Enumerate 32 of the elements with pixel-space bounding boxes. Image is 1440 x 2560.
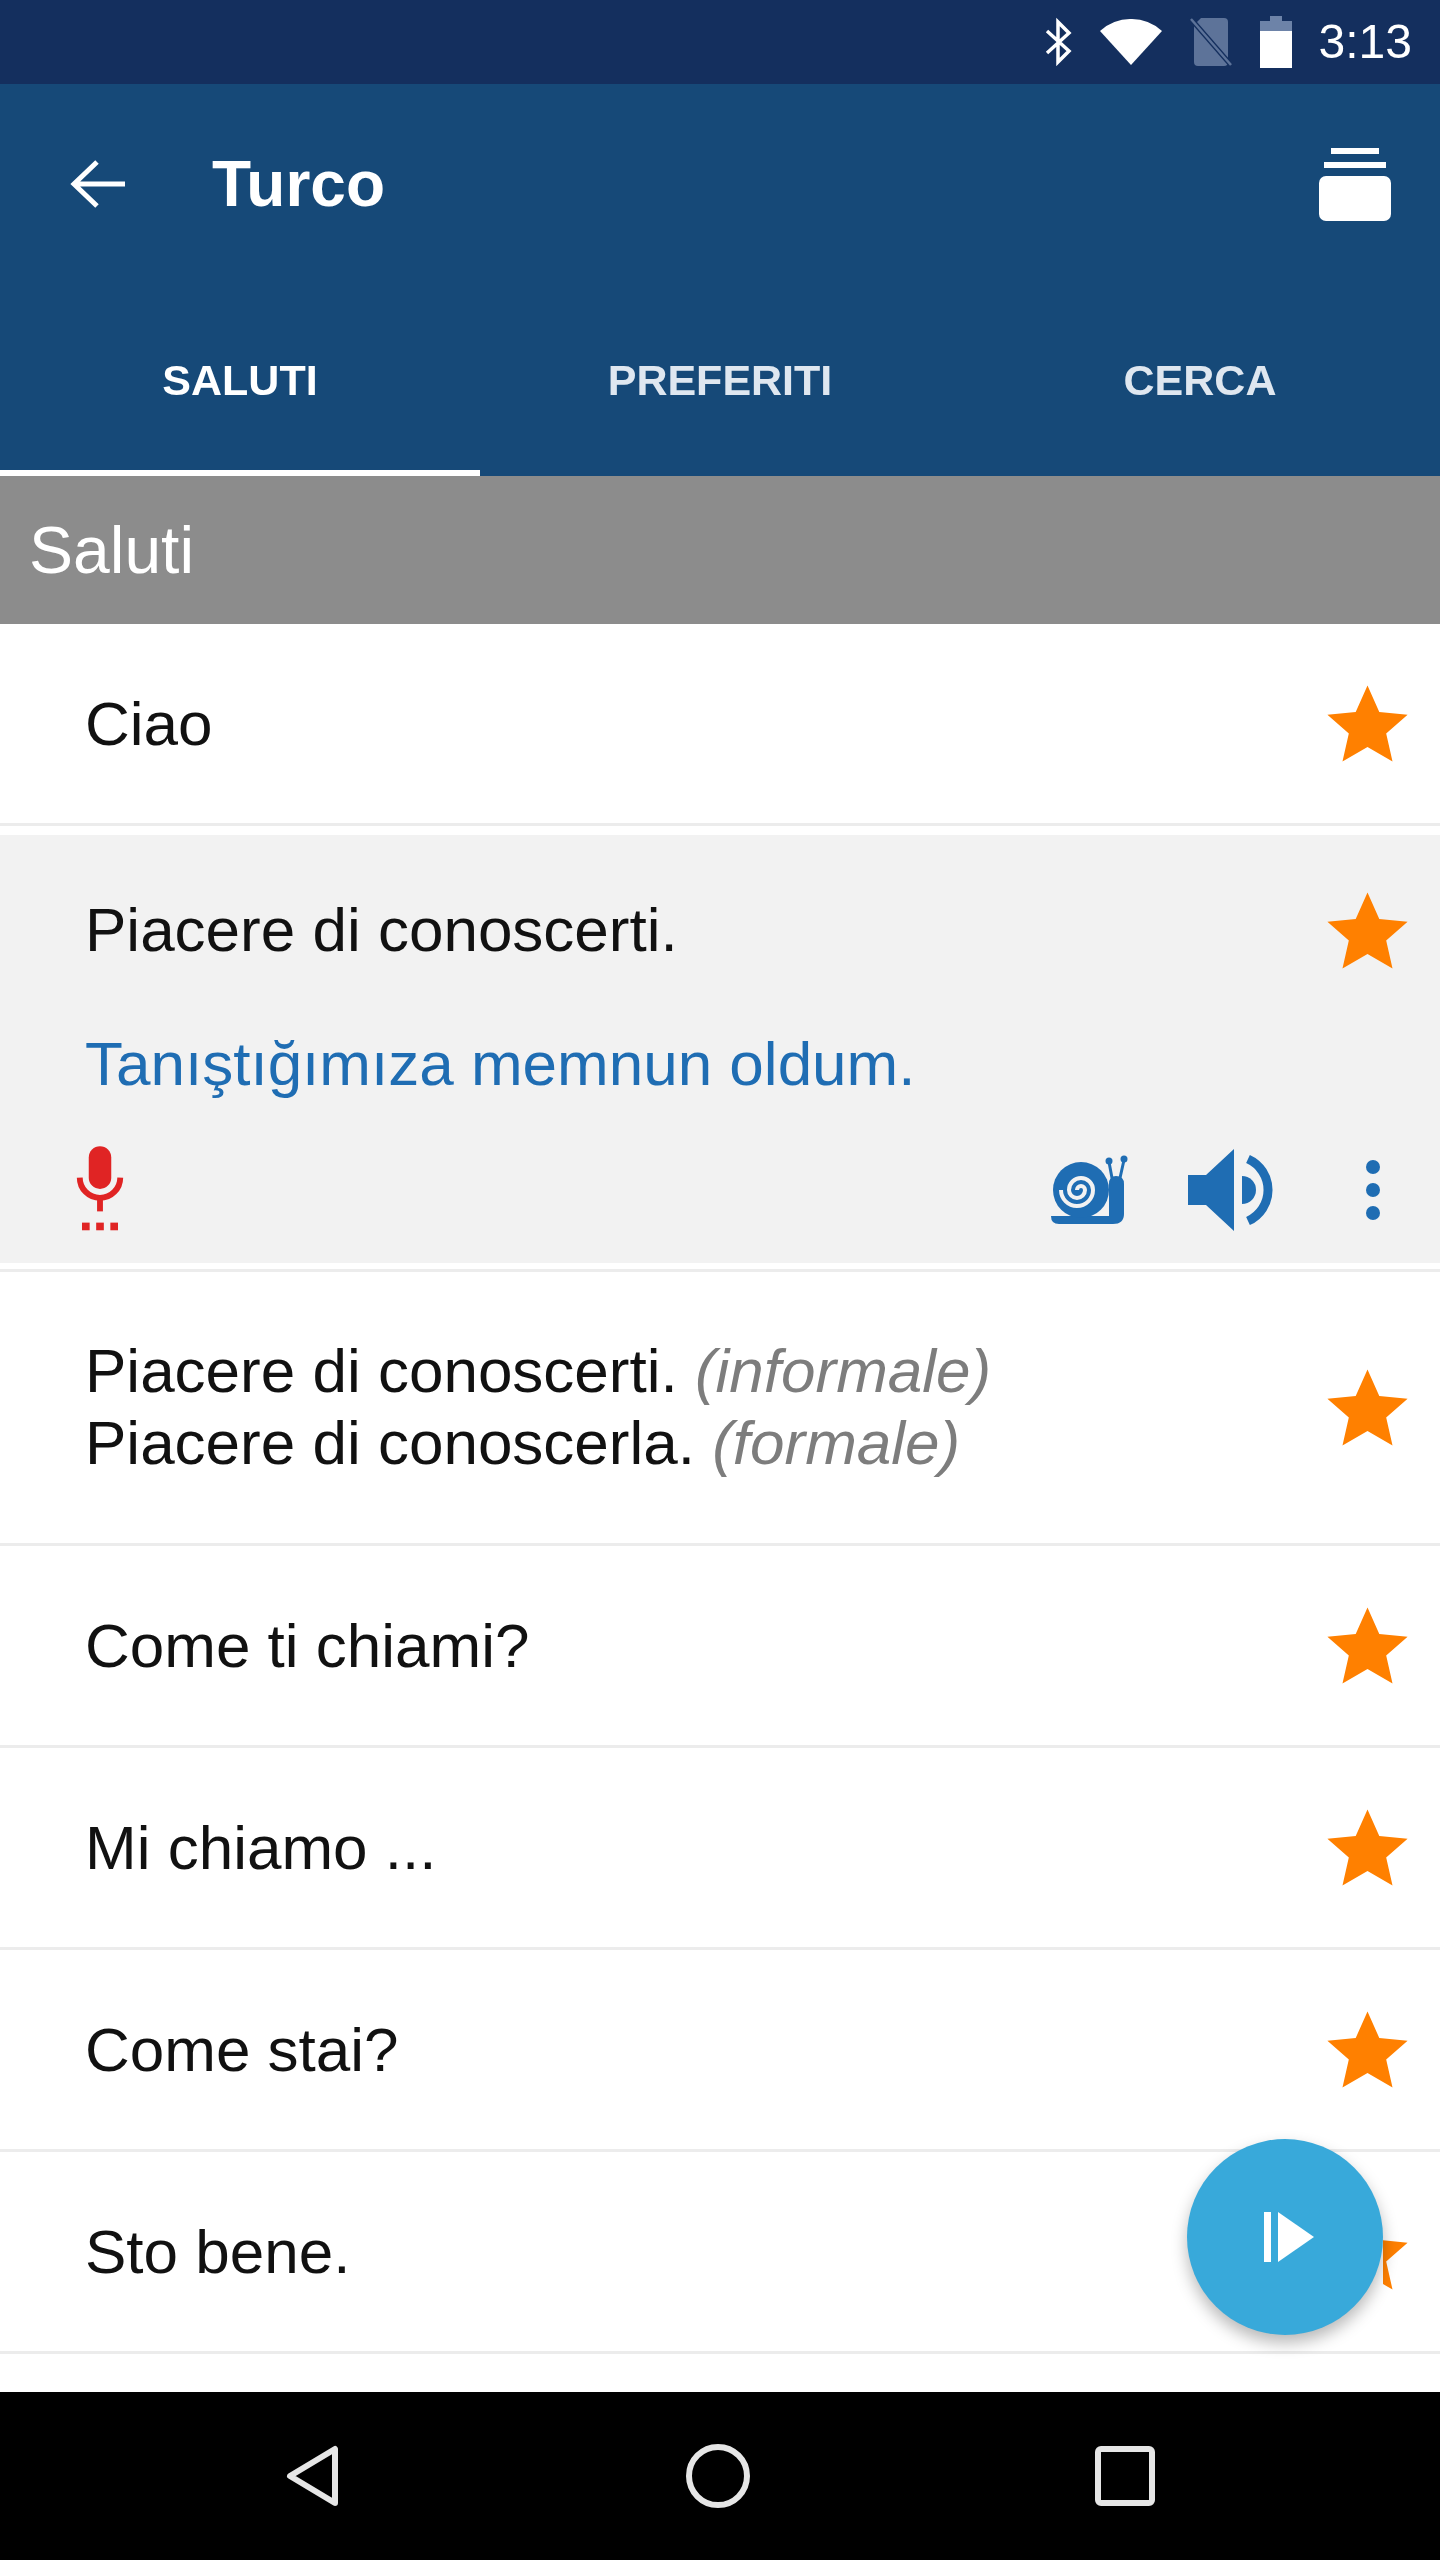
- star-icon[interactable]: [1325, 2009, 1410, 2090]
- snail-icon[interactable]: [1049, 1154, 1129, 1226]
- star-icon[interactable]: [1325, 1807, 1410, 1888]
- home-icon[interactable]: [686, 2444, 750, 2508]
- back-arrow-icon[interactable]: [69, 159, 127, 209]
- wifi-icon: [1099, 19, 1162, 65]
- play-icon: [1264, 2212, 1314, 2262]
- phrase-text: Ciao: [85, 687, 213, 760]
- phrase-text: Come ti chiami?: [85, 1609, 530, 1682]
- tab[interactable]: CERCA: [960, 284, 1440, 476]
- tab[interactable]: PREFERITI: [480, 284, 960, 476]
- phrase-text: Come stai?: [85, 2013, 399, 2086]
- battery-icon: [1259, 16, 1292, 68]
- phrase-text: Mi chiamo ...: [85, 1811, 437, 1884]
- card-stack-icon[interactable]: [1319, 147, 1391, 221]
- status-time: 3:13: [1318, 18, 1412, 66]
- section-header: Saluti: [0, 476, 1440, 624]
- phrase-text: Piacere di conoscerla. (formale): [85, 1407, 961, 1479]
- nav-back-icon[interactable]: [285, 2444, 341, 2508]
- no-sim-icon: [1188, 17, 1233, 67]
- expanded-phrase-panel[interactable]: Piacere di conoscerti. Tanıştığımıza memnun oldum.: [0, 835, 1440, 1263]
- star-icon[interactable]: [1325, 1366, 1410, 1448]
- star-icon[interactable]: [1325, 1605, 1410, 1686]
- more-options-icon[interactable]: [1366, 1160, 1380, 1220]
- translation-text: Tanıştığımıza memnun oldum.: [85, 1028, 916, 1100]
- phrase-text: Sto bene.: [85, 2215, 351, 2288]
- star-icon[interactable]: [1325, 890, 1410, 971]
- phrase-text: Piacere di conoscerti.: [85, 894, 678, 966]
- phrase-text: Piacere di conoscerti. (informale): [85, 1335, 992, 1407]
- recent-apps-icon[interactable]: [1095, 2446, 1155, 2506]
- app-title: Turco: [212, 147, 386, 221]
- star-icon[interactable]: [1325, 683, 1410, 764]
